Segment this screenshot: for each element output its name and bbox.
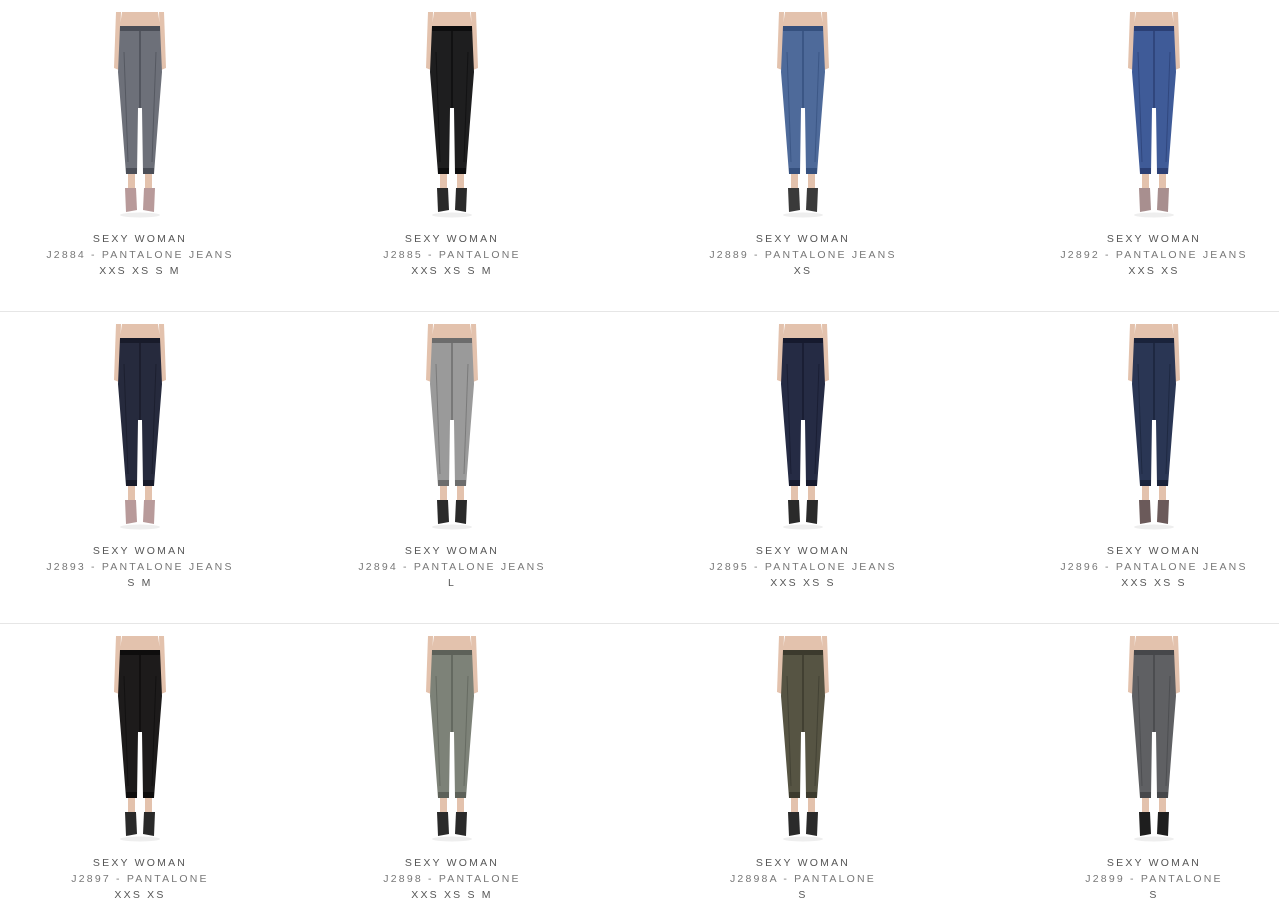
jeans-illustration <box>777 324 829 530</box>
product-sizes: S <box>798 889 808 901</box>
product-brand: SEXY WOMAN <box>404 857 500 869</box>
product-image[interactable] <box>80 636 200 842</box>
jeans-illustration <box>1128 636 1180 842</box>
product-brand: SEXY WOMAN <box>92 857 188 869</box>
product-card[interactable]: SEXY WOMAN J2894 - PANTALONE JEANS L <box>292 312 612 624</box>
product-name[interactable]: J2884 - PANTALONE JEANS <box>0 249 300 261</box>
product-brand: SEXY WOMAN <box>404 545 500 557</box>
product-sizes: XXS XS S M <box>411 265 493 277</box>
product-row: SEXY WOMAN J2884 - PANTALONE JEANS XXS X… <box>0 0 1279 312</box>
product-image[interactable] <box>1094 636 1214 842</box>
product-image[interactable] <box>1094 12 1214 218</box>
product-name[interactable]: J2897 - PANTALONE <box>0 873 300 885</box>
product-image[interactable] <box>392 324 512 530</box>
product-name[interactable]: J2894 - PANTALONE JEANS <box>292 561 612 573</box>
product-sizes: XXS XS S M <box>99 265 181 277</box>
product-image[interactable] <box>80 324 200 530</box>
product-name[interactable]: J2898 - PANTALONE <box>292 873 612 885</box>
product-sizes: XXS XS <box>114 889 166 901</box>
product-card[interactable]: SEXY WOMAN J2898A - PANTALONE S <box>643 624 963 915</box>
product-sizes: XXS XS S <box>1121 577 1187 589</box>
product-card[interactable]: SEXY WOMAN J2885 - PANTALONE XXS XS S M <box>292 0 612 312</box>
product-name[interactable]: J2893 - PANTALONE JEANS <box>0 561 300 573</box>
product-brand: SEXY WOMAN <box>404 233 500 245</box>
product-image[interactable] <box>392 12 512 218</box>
jeans-illustration <box>114 636 166 842</box>
jeans-illustration <box>426 12 478 218</box>
product-card[interactable]: SEXY WOMAN J2899 - PANTALONE S <box>994 624 1279 915</box>
product-name[interactable]: J2885 - PANTALONE <box>292 249 612 261</box>
product-brand: SEXY WOMAN <box>755 545 851 557</box>
product-sizes: L <box>447 577 457 589</box>
jeans-illustration <box>426 324 478 530</box>
product-brand: SEXY WOMAN <box>755 233 851 245</box>
product-brand: SEXY WOMAN <box>755 857 851 869</box>
jeans-illustration <box>777 636 829 842</box>
jeans-illustration <box>1128 12 1180 218</box>
product-name[interactable]: J2896 - PANTALONE JEANS <box>994 561 1279 573</box>
product-brand: SEXY WOMAN <box>92 545 188 557</box>
product-name[interactable]: J2899 - PANTALONE <box>994 873 1279 885</box>
product-image[interactable] <box>743 636 863 842</box>
jeans-illustration <box>426 636 478 842</box>
product-sizes: XXS XS S M <box>411 889 493 901</box>
product-card[interactable]: SEXY WOMAN J2889 - PANTALONE JEANS XS <box>643 0 963 312</box>
product-brand: SEXY WOMAN <box>92 233 188 245</box>
product-row: SEXY WOMAN J2893 - PANTALONE JEANS S M S… <box>0 312 1279 624</box>
product-name[interactable]: J2898A - PANTALONE <box>643 873 963 885</box>
product-card[interactable]: SEXY WOMAN J2896 - PANTALONE JEANS XXS X… <box>994 312 1279 624</box>
product-image[interactable] <box>392 636 512 842</box>
product-image[interactable] <box>80 12 200 218</box>
product-image[interactable] <box>743 12 863 218</box>
jeans-illustration <box>114 324 166 530</box>
jeans-illustration <box>777 12 829 218</box>
product-name[interactable]: J2892 - PANTALONE JEANS <box>994 249 1279 261</box>
product-sizes: S <box>1149 889 1159 901</box>
product-sizes: XXS XS S <box>770 577 836 589</box>
product-sizes: XS <box>793 265 813 277</box>
jeans-illustration <box>1128 324 1180 530</box>
product-brand: SEXY WOMAN <box>1106 233 1202 245</box>
product-brand: SEXY WOMAN <box>1106 857 1202 869</box>
product-image[interactable] <box>743 324 863 530</box>
product-name[interactable]: J2889 - PANTALONE JEANS <box>643 249 963 261</box>
product-image[interactable] <box>1094 324 1214 530</box>
product-card[interactable]: SEXY WOMAN J2892 - PANTALONE JEANS XXS X… <box>994 0 1279 312</box>
product-name[interactable]: J2895 - PANTALONE JEANS <box>643 561 963 573</box>
product-sizes: XXS XS <box>1128 265 1180 277</box>
product-brand: SEXY WOMAN <box>1106 545 1202 557</box>
jeans-illustration <box>114 12 166 218</box>
product-card[interactable]: SEXY WOMAN J2893 - PANTALONE JEANS S M <box>0 312 300 624</box>
product-card[interactable]: SEXY WOMAN J2898 - PANTALONE XXS XS S M <box>292 624 612 915</box>
product-sizes: S M <box>127 577 153 589</box>
product-row: SEXY WOMAN J2897 - PANTALONE XXS XS SEXY… <box>0 624 1279 915</box>
product-card[interactable]: SEXY WOMAN J2897 - PANTALONE XXS XS <box>0 624 300 915</box>
product-card[interactable]: SEXY WOMAN J2884 - PANTALONE JEANS XXS X… <box>0 0 300 312</box>
product-grid: SEXY WOMAN J2884 - PANTALONE JEANS XXS X… <box>0 0 1279 915</box>
product-card[interactable]: SEXY WOMAN J2895 - PANTALONE JEANS XXS X… <box>643 312 963 624</box>
